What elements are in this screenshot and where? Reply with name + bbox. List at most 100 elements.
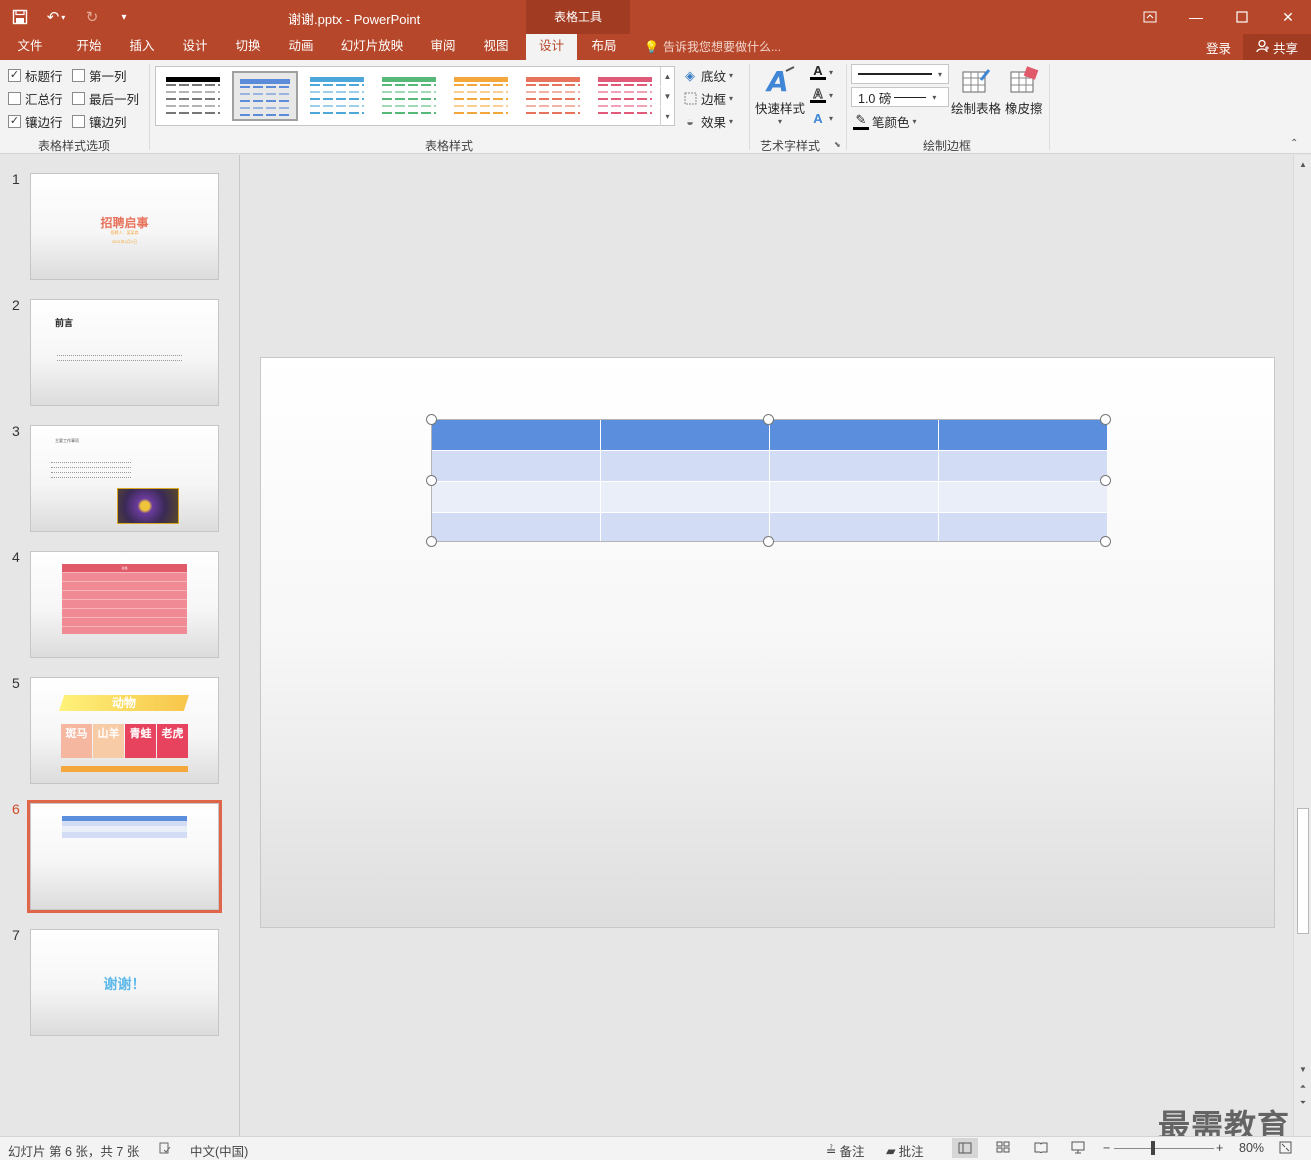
slide-sorter-icon[interactable] [996,1141,1010,1153]
table-cell[interactable] [601,482,770,512]
undo-icon[interactable]: ↶ ▾ [38,4,74,30]
table-cell[interactable] [939,451,1107,481]
resize-handle[interactable] [426,536,437,547]
tab-table-layout[interactable]: 布局 [583,34,625,60]
gallery-up-icon[interactable]: ▲ [660,67,674,86]
tab-review[interactable]: 审阅 [422,34,464,60]
tab-view[interactable]: 视图 [475,34,517,60]
pen-weight-dropdown[interactable]: 1.0 磅 ▾ [851,87,949,107]
table-cell[interactable] [939,420,1107,450]
table-cell[interactable] [432,451,601,481]
table-cell[interactable] [432,482,601,512]
tab-transitions[interactable]: 切换 [227,34,269,60]
tab-table-design[interactable]: 设计 [526,34,577,60]
resize-handle[interactable] [763,414,774,425]
previous-slide-icon[interactable]: ⏶ [1296,1080,1310,1094]
scrollbar-thumb[interactable] [1297,808,1309,934]
resize-handle[interactable] [426,475,437,486]
vertical-scrollbar[interactable]: ▲ ▼ ⏶ ⏷ [1293,155,1311,1136]
language-indicator[interactable]: 中文(中国) [190,1141,248,1160]
resize-handle[interactable] [1100,536,1111,547]
resize-handle[interactable] [1100,414,1111,425]
table-style-swatch[interactable] [520,71,586,121]
comments-button[interactable]: ▰ 批注 [886,1141,924,1160]
ribbon-display-options-icon[interactable] [1127,0,1173,34]
table-style-swatch[interactable] [232,71,298,121]
table-cell[interactable] [601,513,770,541]
table-style-swatch[interactable] [304,71,370,121]
spell-check-icon[interactable] [158,1141,172,1155]
quick-styles-button[interactable]: A 快速样式 ▾ [755,64,805,126]
table-cell[interactable] [601,451,770,481]
fit-slide-icon[interactable] [1279,1141,1292,1154]
save-icon[interactable] [6,4,34,30]
tab-home[interactable]: 开始 [68,34,110,60]
resize-handle[interactable] [1100,475,1111,486]
slide-thumbnail-6[interactable] [27,800,222,913]
slide-thumbnail-1[interactable]: 招聘启事 招聘人：某某商 2021年1月1日 [30,173,219,280]
eraser-button[interactable]: 橡皮擦 [1005,64,1043,117]
maximize-icon[interactable] [1219,0,1265,34]
table-cell[interactable] [770,513,939,541]
close-icon[interactable]: ✕ [1265,0,1311,34]
table-cell[interactable] [939,482,1107,512]
table-cell[interactable] [770,420,939,450]
scroll-down-icon[interactable]: ▼ [1296,1062,1310,1076]
total-row-checkbox[interactable]: 汇总行 [8,89,63,108]
pen-color-button[interactable]: ✎ 笔颜色 ▾ [853,112,917,131]
effects-button[interactable]: ◒ 效果 ▾ [682,112,733,131]
tab-slideshow[interactable]: 幻灯片放映 [333,34,411,60]
tab-design[interactable]: 设计 [174,34,216,60]
zoom-slider-thumb[interactable] [1151,1141,1155,1155]
tab-insert[interactable]: 插入 [121,34,163,60]
table-style-swatch[interactable] [448,71,514,121]
banded-columns-checkbox[interactable]: 镶边列 [72,112,127,131]
draw-table-button[interactable]: 绘制表格 [951,64,1001,117]
zoom-out-icon[interactable]: − [1103,1141,1110,1155]
last-column-checkbox[interactable]: 最后一列 [72,89,139,108]
minimize-icon[interactable]: — [1173,0,1219,34]
table-cell[interactable] [770,451,939,481]
zoom-level[interactable]: 80% [1239,1141,1264,1155]
pen-style-dropdown[interactable]: ▾ [851,64,949,84]
table-styles-gallery[interactable]: ▲ ▼ ▾ [155,66,675,126]
text-effects-button[interactable]: A ▾ [810,110,833,126]
table-style-swatch[interactable] [592,71,658,121]
slide-thumbnail-4[interactable]: 表格 [30,551,219,658]
current-slide[interactable] [260,357,1275,928]
table-cell[interactable] [432,420,601,450]
normal-view-button[interactable] [952,1138,978,1158]
shading-button[interactable]: ◈ 底纹 ▾ [682,66,733,85]
text-outline-button[interactable]: A ▾ [810,86,833,103]
tab-file[interactable]: 文件 [10,34,50,60]
table-style-swatch[interactable] [160,71,226,121]
resize-handle[interactable] [426,414,437,425]
slide-thumbnail-2[interactable]: 前言 [30,299,219,406]
table-cell[interactable] [601,420,770,450]
sign-in-link[interactable]: 登录 [1206,38,1231,57]
banded-rows-checkbox[interactable]: ✓ 镶边行 [8,112,63,131]
next-slide-icon[interactable]: ⏷ [1296,1096,1310,1110]
slide-thumbnail-7[interactable]: 谢谢！ [30,929,219,1036]
scroll-up-icon[interactable]: ▲ [1296,157,1310,171]
gallery-down-icon[interactable]: ▼ [660,87,674,106]
notes-button[interactable]: ≟ 备注 [826,1141,865,1160]
dialog-launcher-icon[interactable]: ⬊ [834,140,841,149]
slide-thumbnail-5[interactable]: 动物 斑马 山羊 青蛙 老虎 [30,677,219,784]
resize-handle[interactable] [763,536,774,547]
share-button[interactable]: 共享 [1243,34,1311,60]
customize-qat-icon[interactable]: ▾ [110,4,138,30]
zoom-slider[interactable] [1114,1148,1214,1149]
gallery-more-icon[interactable]: ▾ [660,107,674,126]
header-row-checkbox[interactable]: ✓ 标题行 [8,66,63,85]
tab-animations[interactable]: 动画 [280,34,322,60]
text-fill-button[interactable]: A ▾ [810,63,833,80]
table-cell[interactable] [432,513,601,541]
table-cell[interactable] [939,513,1107,541]
first-column-checkbox[interactable]: 第一列 [72,66,127,85]
collapse-ribbon-icon[interactable]: ⌃ [1290,138,1298,149]
reading-view-icon[interactable] [1034,1141,1048,1153]
table-cell[interactable] [770,482,939,512]
slideshow-icon[interactable] [1071,1141,1085,1154]
borders-button[interactable]: 边框 ▾ [682,89,733,108]
